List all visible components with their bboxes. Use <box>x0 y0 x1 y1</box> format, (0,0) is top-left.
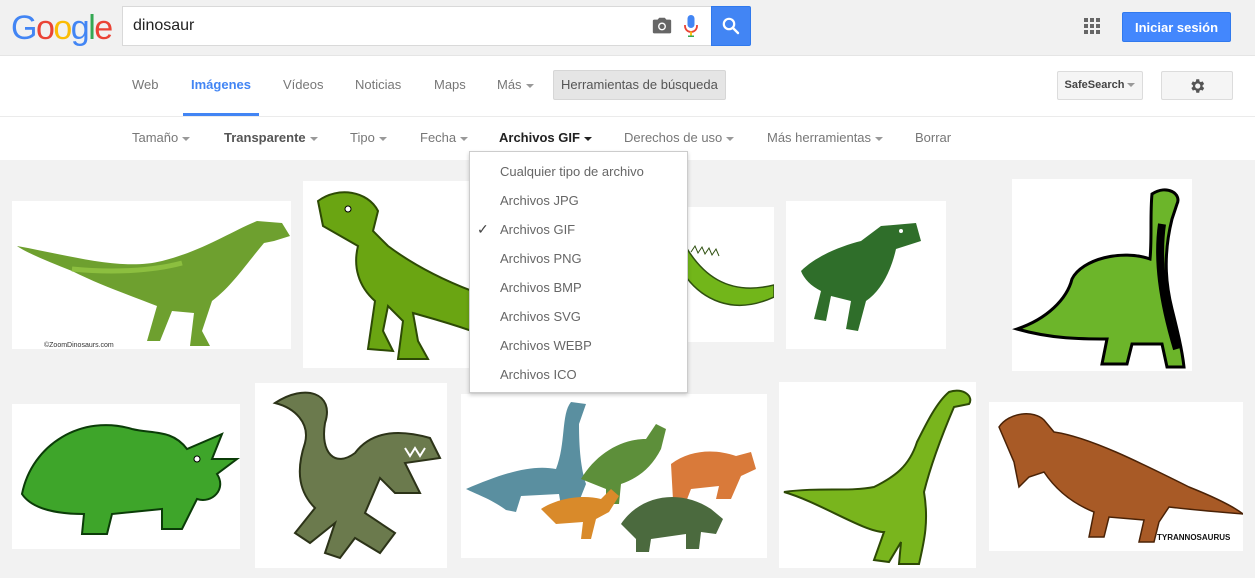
menu-item-gif-label: Archivos GIF <box>500 222 576 237</box>
menu-item-any-type[interactable]: Cualquier tipo de archivo <box>470 157 687 186</box>
image-result[interactable] <box>461 394 767 558</box>
tool-size-label: Tamaño <box>132 130 179 145</box>
safesearch-button[interactable]: SafeSearch <box>1057 71 1143 100</box>
tool-transparent[interactable]: Transparente <box>224 117 318 160</box>
chevron-down-icon <box>525 83 534 88</box>
settings-button[interactable] <box>1161 71 1233 100</box>
tab-more[interactable]: Más <box>497 56 534 116</box>
tab-videos[interactable]: Vídeos <box>283 56 323 116</box>
tool-type-label: Tipo <box>350 130 375 145</box>
chevron-down-icon <box>460 136 469 141</box>
tool-more-tools-label: Más herramientas <box>767 130 872 145</box>
top-bar: Google Iniciar sesión <box>0 0 1255 56</box>
safesearch-label: SafeSearch <box>1064 79 1125 91</box>
mic-icon[interactable] <box>683 14 699 38</box>
search-tools-button[interactable]: Herramientas de búsqueda <box>553 70 726 100</box>
tool-type[interactable]: Tipo <box>350 117 387 160</box>
search-box[interactable] <box>122 6 712 46</box>
chevron-down-icon <box>182 136 191 141</box>
search-icon <box>722 17 740 35</box>
image-result[interactable] <box>786 201 946 349</box>
menu-item-png[interactable]: Archivos PNG <box>470 244 687 273</box>
tab-more-label: Más <box>497 77 522 92</box>
search-input[interactable] <box>133 7 633 45</box>
chevron-down-icon <box>1127 83 1136 88</box>
chevron-down-icon <box>378 136 387 141</box>
image-result[interactable] <box>779 382 976 568</box>
tool-clear[interactable]: Borrar <box>915 117 951 160</box>
image-result[interactable] <box>303 181 472 368</box>
chevron-down-icon <box>875 136 884 141</box>
gear-icon <box>1191 78 1205 93</box>
menu-item-svg[interactable]: Archivos SVG <box>470 302 687 331</box>
tool-size[interactable]: Tamaño <box>132 117 191 160</box>
tool-more-tools[interactable]: Más herramientas <box>767 117 884 160</box>
menu-item-ico[interactable]: Archivos ICO <box>470 360 687 389</box>
image-result[interactable]: TYRANNOSAURUS <box>989 402 1243 551</box>
menu-item-gif[interactable]: ✓ Archivos GIF <box>470 215 687 244</box>
tab-maps[interactable]: Maps <box>434 56 466 116</box>
image-result[interactable] <box>1012 179 1192 371</box>
google-logo[interactable]: Google <box>11 11 113 45</box>
tool-date[interactable]: Fecha <box>420 117 469 160</box>
signin-button[interactable]: Iniciar sesión <box>1122 12 1231 42</box>
image-result[interactable]: ©ZoomDinosaurs.com <box>12 201 291 349</box>
camera-icon[interactable] <box>651 15 673 37</box>
tool-usage-rights-label: Derechos de uso <box>624 130 723 145</box>
checkmark-icon: ✓ <box>477 221 489 237</box>
apps-icon[interactable] <box>1084 18 1100 34</box>
chevron-down-icon <box>309 136 318 141</box>
tab-web[interactable]: Web <box>132 56 159 116</box>
menu-item-webp[interactable]: Archivos WEBP <box>470 331 687 360</box>
nav-bar: Web Imágenes Vídeos Noticias Maps Más He… <box>0 56 1255 117</box>
menu-item-bmp[interactable]: Archivos BMP <box>470 273 687 302</box>
image-result[interactable] <box>686 207 774 342</box>
tool-filetype-label: Archivos GIF <box>499 130 580 145</box>
chevron-down-icon <box>726 136 735 141</box>
search-button[interactable] <box>711 6 751 46</box>
tool-date-label: Fecha <box>420 130 457 145</box>
image-caption: TYRANNOSAURUS <box>1157 533 1231 542</box>
image-caption: ©ZoomDinosaurs.com <box>44 341 114 349</box>
chevron-down-icon <box>583 136 592 141</box>
filetype-dropdown-menu: Cualquier tipo de archivo Archivos JPG ✓… <box>469 151 688 393</box>
image-result[interactable] <box>12 404 240 549</box>
tab-news[interactable]: Noticias <box>355 56 401 116</box>
menu-item-jpg[interactable]: Archivos JPG <box>470 186 687 215</box>
tab-images[interactable]: Imágenes <box>183 56 259 116</box>
image-result[interactable] <box>255 383 447 568</box>
tool-transparent-label: Transparente <box>224 130 306 145</box>
